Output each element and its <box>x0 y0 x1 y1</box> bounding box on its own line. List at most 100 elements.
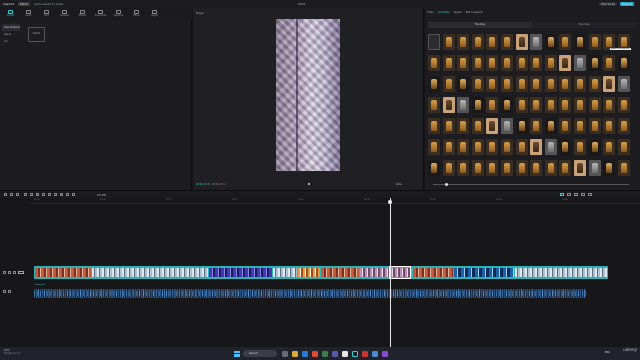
file-explorer-icon[interactable] <box>292 350 298 357</box>
animation-preset-thumbnail[interactable] <box>603 160 616 176</box>
excel-icon[interactable] <box>322 350 328 357</box>
redo-icon[interactable] <box>16 193 19 196</box>
select-tool-icon[interactable] <box>4 193 7 196</box>
tab-animation[interactable]: Animation <box>438 11 450 14</box>
animation-preset-thumbnail[interactable] <box>428 55 440 71</box>
animation-preset-thumbnail[interactable] <box>603 76 616 92</box>
zoom-out-icon[interactable] <box>581 193 585 196</box>
animation-preset-thumbnail[interactable] <box>559 76 572 92</box>
animation-preset-thumbnail[interactable] <box>501 118 513 134</box>
animation-preset-thumbnail[interactable] <box>428 76 440 92</box>
animation-preset-thumbnail[interactable] <box>588 97 601 113</box>
ratio-button[interactable]: Ratio <box>396 183 402 186</box>
animation-preset-thumbnail[interactable] <box>603 55 616 71</box>
weather-widget[interactable]: 33°C Mostly sunny <box>4 349 20 355</box>
animation-preset-thumbnail[interactable] <box>501 139 513 155</box>
animation-preset-thumbnail[interactable] <box>471 55 484 71</box>
cover-thumbnail[interactable] <box>18 271 24 274</box>
tab-effects[interactable]: Effects <box>74 8 91 20</box>
animation-preset-thumbnail[interactable] <box>603 97 616 113</box>
nav-import-device[interactable]: Import device <box>2 24 20 31</box>
tab-import[interactable]: Import <box>2 8 19 20</box>
video-clip[interactable] <box>515 268 607 277</box>
video-clip[interactable] <box>35 268 91 277</box>
animation-preset-thumbnail[interactable] <box>574 118 586 134</box>
animation-preset-thumbnail[interactable] <box>588 139 601 155</box>
animation-preset-thumbnail[interactable] <box>544 97 557 113</box>
animation-preset-thumbnail[interactable] <box>544 139 557 155</box>
animation-preset-thumbnail[interactable] <box>588 160 601 176</box>
menu-button[interactable]: Menu <box>18 2 31 6</box>
animation-preset-thumbnail[interactable] <box>486 34 499 50</box>
nav-library[interactable]: Lib <box>2 38 20 45</box>
animation-preset-thumbnail[interactable] <box>544 160 557 176</box>
tab-text-to-speech[interactable]: Text to speech <box>465 11 482 14</box>
app-icon[interactable] <box>372 350 378 357</box>
animation-preset-thumbnail[interactable] <box>515 34 528 50</box>
animation-preset-thumbnail[interactable] <box>617 55 630 71</box>
taskbar-search[interactable]: Search <box>243 350 277 357</box>
animation-preset-thumbnail[interactable] <box>457 76 470 92</box>
slider-knob[interactable] <box>445 183 448 186</box>
animation-preset-thumbnail[interactable] <box>574 34 586 50</box>
animation-preset-thumbnail[interactable] <box>501 34 513 50</box>
store-icon[interactable] <box>342 350 348 357</box>
animation-preset-thumbnail[interactable] <box>588 76 601 92</box>
animation-preset-thumbnail[interactable] <box>515 160 528 176</box>
mirror-icon[interactable] <box>60 193 63 196</box>
animation-preset-thumbnail[interactable] <box>428 34 440 50</box>
animation-preset-thumbnail[interactable] <box>486 118 499 134</box>
video-clip[interactable] <box>454 268 514 277</box>
undo-icon[interactable] <box>10 193 13 196</box>
main-video-track[interactable] <box>34 266 608 279</box>
video-preview[interactable] <box>276 19 340 171</box>
task-view-icon[interactable] <box>282 350 288 357</box>
animation-preset-thumbnail[interactable] <box>457 97 470 113</box>
animation-preset-thumbnail[interactable] <box>588 118 601 134</box>
animation-preset-thumbnail[interactable] <box>457 55 470 71</box>
animation-preset-thumbnail[interactable] <box>457 118 470 134</box>
video-clip[interactable] <box>92 268 208 277</box>
animation-preset-thumbnail[interactable] <box>471 97 484 113</box>
animation-preset-thumbnail[interactable] <box>617 97 630 113</box>
video-clip[interactable] <box>321 268 359 277</box>
duration-slider[interactable] <box>433 183 629 186</box>
animation-preset-thumbnail[interactable] <box>617 139 630 155</box>
animation-preset-thumbnail[interactable] <box>544 34 557 50</box>
tab-adjust[interactable]: Adjust <box>146 8 163 20</box>
animation-preset-thumbnail[interactable] <box>617 160 630 176</box>
animation-preset-thumbnail[interactable] <box>501 160 513 176</box>
animation-preset-thumbnail[interactable] <box>428 160 440 176</box>
animation-preset-thumbnail[interactable] <box>486 76 499 92</box>
animation-preset-thumbnail[interactable] <box>515 118 528 134</box>
link-icon[interactable] <box>567 193 571 196</box>
edge-icon[interactable] <box>302 350 308 357</box>
animation-preset-thumbnail[interactable] <box>530 55 543 71</box>
animation-preset-thumbnail[interactable] <box>486 97 499 113</box>
tab-transitions[interactable]: Transitions <box>92 8 109 20</box>
magnet-icon[interactable] <box>560 193 564 196</box>
animation-preset-thumbnail[interactable] <box>617 76 630 92</box>
nav-space[interactable]: Space <box>2 31 20 38</box>
freeze-icon[interactable] <box>48 193 51 196</box>
audio-track[interactable] <box>34 289 586 298</box>
animation-preset-thumbnail[interactable] <box>530 139 543 155</box>
animation-preset-thumbnail[interactable] <box>428 118 440 134</box>
mute-icon[interactable] <box>13 271 16 274</box>
animation-preset-thumbnail[interactable] <box>603 139 616 155</box>
reverse-icon[interactable] <box>54 193 57 196</box>
animation-preset-thumbnail[interactable] <box>515 97 528 113</box>
animation-preset-thumbnail[interactable] <box>574 139 586 155</box>
video-clip[interactable] <box>298 268 320 277</box>
animation-preset-thumbnail[interactable] <box>544 118 557 134</box>
import-button[interactable]: Import <box>28 27 45 42</box>
tab-speed[interactable]: Speed <box>454 11 462 14</box>
animation-preset-thumbnail[interactable] <box>501 97 513 113</box>
capcut-icon[interactable] <box>352 350 358 357</box>
app-icon[interactable] <box>362 350 368 357</box>
animation-preset-thumbnail[interactable] <box>559 160 572 176</box>
animation-preset-thumbnail[interactable] <box>486 160 499 176</box>
tab-text[interactable]: Text <box>38 8 55 20</box>
animation-preset-thumbnail[interactable] <box>442 97 455 113</box>
animation-preset-thumbnail[interactable] <box>574 160 586 176</box>
